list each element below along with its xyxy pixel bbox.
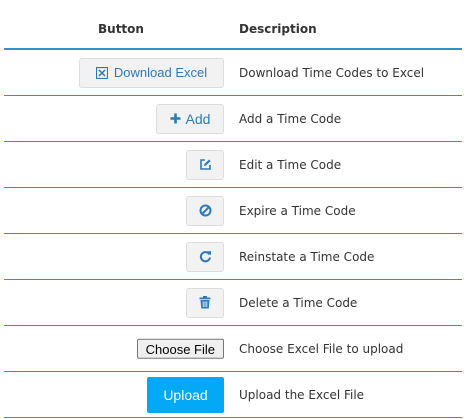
upload-button[interactable]: Upload [147, 376, 224, 413]
row-description: Expire a Time Code [239, 203, 356, 218]
trash-icon [199, 296, 211, 309]
ban-icon [199, 204, 212, 217]
row-description: Download Time Codes to Excel [239, 65, 425, 80]
plus-icon [170, 113, 181, 124]
table-row: Reinstate a Time Code [4, 234, 462, 280]
row-description: Add a Time Code [239, 111, 342, 126]
row-description: Reinstate a Time Code [239, 249, 375, 264]
row-description: Choose Excel File to upload [239, 341, 404, 356]
excel-icon [95, 66, 108, 79]
expire-button[interactable] [186, 195, 224, 226]
download-excel-label: Download Excel [113, 65, 208, 80]
add-label: Add [185, 110, 211, 127]
refresh-icon [199, 250, 212, 263]
choose-file-button[interactable]: Choose File [136, 338, 224, 359]
table-row: Download Excel Download Time Codes to Ex… [4, 50, 462, 96]
reinstate-button[interactable] [186, 241, 224, 272]
download-excel-button[interactable]: Download Excel [79, 57, 224, 88]
table-row: Choose File Choose Excel File to upload [4, 326, 462, 372]
edit-button[interactable] [186, 149, 224, 180]
row-description: Upload the Excel File [239, 387, 365, 402]
column-header-button: Button [98, 22, 144, 36]
delete-button[interactable] [186, 287, 224, 318]
table-row: Add Add a Time Code [4, 96, 462, 142]
table-row: Delete a Time Code [4, 280, 462, 326]
table-row: Edit a Time Code [4, 142, 462, 188]
column-header-description: Description [239, 22, 317, 36]
legend-table: Button Description Download Excel Downlo… [4, 0, 462, 418]
row-description: Delete a Time Code [239, 295, 358, 310]
add-button[interactable]: Add [156, 103, 224, 134]
table-header: Button Description [4, 0, 462, 50]
row-description: Edit a Time Code [239, 157, 342, 172]
table-row: Upload Upload the Excel File [4, 372, 462, 418]
edit-icon [199, 158, 212, 171]
table-row: Expire a Time Code [4, 188, 462, 234]
